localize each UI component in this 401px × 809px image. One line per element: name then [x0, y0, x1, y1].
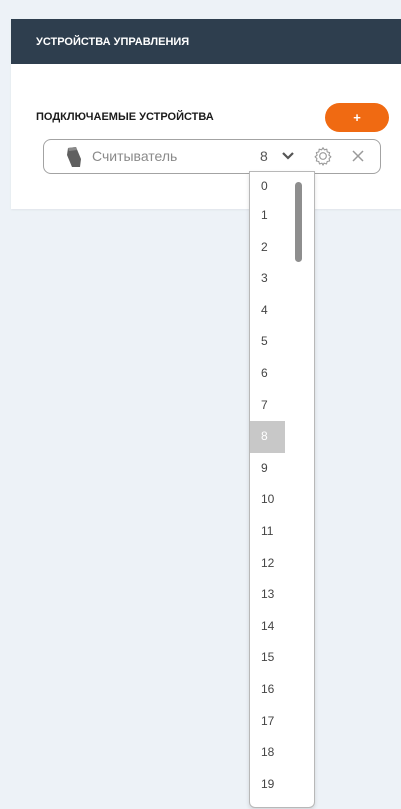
scrollbar-thumb[interactable]: [295, 182, 302, 262]
dropdown-option[interactable]: 3: [250, 263, 285, 295]
chevron-down-icon[interactable]: [281, 149, 295, 163]
panel-title: УСТРОЙСТВА УПРАВЛЕНИЯ: [11, 19, 401, 64]
card-reader-icon: [67, 147, 81, 167]
dropdown-option[interactable]: 19: [250, 769, 285, 801]
dropdown-option[interactable]: 9: [250, 453, 285, 485]
device-name: Считыватель: [92, 148, 178, 164]
dropdown-option[interactable]: 4: [250, 295, 285, 327]
dropdown-option[interactable]: 17: [250, 706, 285, 738]
section-label: ПОДКЛЮЧАЕМЫЕ УСТРОЙСТВА: [36, 111, 214, 123]
gear-icon[interactable]: [313, 146, 333, 166]
dropdown-option[interactable]: 7: [250, 390, 285, 422]
dropdown-option[interactable]: 14: [250, 611, 285, 643]
dropdown-option[interactable]: 15: [250, 642, 285, 674]
dropdown-option[interactable]: 2: [250, 232, 285, 264]
dropdown-option-selected[interactable]: 8: [250, 421, 285, 453]
dropdown-options: 0 1 2 3 4 5 6 7 8 9 10 11 12 13 14 15 16…: [250, 172, 314, 800]
dropdown-option[interactable]: 10: [250, 484, 285, 516]
dropdown-option[interactable]: 0: [250, 172, 285, 200]
dropdown-option[interactable]: 16: [250, 674, 285, 706]
device-number-select[interactable]: 8: [260, 148, 268, 164]
dropdown-option[interactable]: 1: [250, 200, 285, 232]
dropdown-option[interactable]: 12: [250, 548, 285, 580]
dropdown-option[interactable]: 13: [250, 579, 285, 611]
devices-panel: УСТРОЙСТВА УПРАВЛЕНИЯ ПОДКЛЮЧАЕМЫЕ УСТРО…: [11, 19, 401, 209]
close-icon[interactable]: [351, 149, 365, 163]
number-dropdown: 0 1 2 3 4 5 6 7 8 9 10 11 12 13 14 15 16…: [249, 171, 315, 808]
dropdown-option[interactable]: 6: [250, 358, 285, 390]
dropdown-option[interactable]: 18: [250, 737, 285, 769]
dropdown-option[interactable]: 5: [250, 326, 285, 358]
add-device-button[interactable]: +: [325, 103, 389, 132]
dropdown-option[interactable]: 11: [250, 516, 285, 548]
